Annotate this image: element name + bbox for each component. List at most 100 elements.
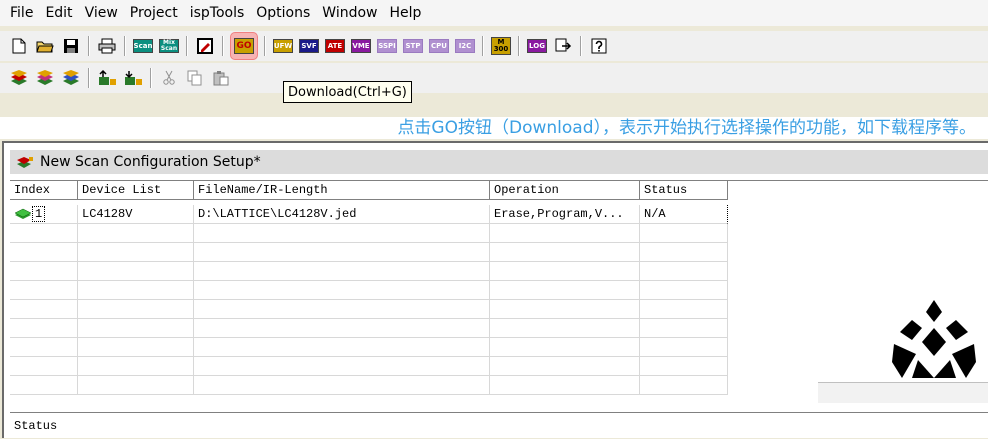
grid-scroll-area	[818, 382, 988, 403]
device-chip-icon	[14, 208, 32, 219]
model-300-label-bottom: 300	[493, 45, 509, 53]
log-icon: LOG	[527, 39, 547, 53]
ufw-button[interactable]: UFW	[272, 35, 294, 57]
sspi-icon: SSPI	[377, 39, 397, 53]
cpu-icon: CPU	[429, 39, 449, 53]
table-row[interactable]: 1 LC4128V D:\LATTICE\LC4128V.jed Erase,P…	[10, 205, 728, 224]
move-device-up-button[interactable]	[96, 67, 118, 89]
scan-config-window-icon	[17, 157, 33, 168]
toolbar-separator	[482, 36, 484, 56]
mix-scan-button[interactable]: Mix Scan	[158, 35, 180, 57]
download-tooltip: Download(Ctrl+G)	[283, 81, 412, 103]
help-question-icon	[591, 38, 607, 54]
column-header-status[interactable]: Status	[640, 181, 728, 200]
status-pane: Status	[10, 412, 988, 438]
move-up-icon	[99, 69, 116, 85]
menu-edit[interactable]: Edit	[39, 0, 78, 26]
copy-button[interactable]	[184, 67, 206, 89]
model-300-button[interactable]: M 300	[490, 35, 512, 57]
sspi-button[interactable]: SSPI	[376, 35, 398, 57]
menu-file[interactable]: File	[0, 0, 39, 26]
save-icon	[64, 39, 78, 53]
ate-button[interactable]: ATE	[324, 35, 346, 57]
menu-bar: File Edit View Project ispTools Options …	[0, 0, 988, 26]
device-grid: Index Device List FileName/IR-Length Ope…	[10, 180, 988, 403]
table-row-empty	[10, 262, 728, 281]
scan-icon: Scan	[133, 39, 153, 53]
copy-icon	[187, 70, 202, 86]
ate-icon: ATE	[325, 39, 345, 53]
column-header-index[interactable]: Index	[10, 181, 78, 200]
scan-button[interactable]: Scan	[132, 35, 154, 57]
menu-help[interactable]: Help	[384, 0, 428, 26]
go-icon: GO	[234, 38, 254, 54]
table-row-empty	[10, 376, 728, 395]
watermark-logo-icon	[892, 300, 976, 378]
toolbar-separator	[88, 68, 90, 88]
toolbar-separator	[580, 36, 582, 56]
export-icon	[555, 38, 572, 52]
vme-icon: VME	[351, 39, 371, 53]
log-button[interactable]: LOG	[526, 35, 548, 57]
device-stack-red-icon	[11, 70, 27, 85]
table-row-empty	[10, 281, 728, 300]
menu-isptools[interactable]: ispTools	[184, 0, 251, 26]
mix-scan-label-bottom: Scan	[160, 45, 178, 52]
open-file-button[interactable]	[34, 35, 56, 57]
child-window-titlebar[interactable]: New Scan Configuration Setup*	[10, 150, 988, 174]
insert-device-button[interactable]	[34, 67, 56, 89]
printer-icon	[98, 38, 116, 54]
add-device-button[interactable]	[8, 67, 30, 89]
table-row-empty	[10, 319, 728, 338]
menu-project[interactable]: Project	[124, 0, 184, 26]
cut-button[interactable]	[158, 67, 180, 89]
help-button[interactable]	[588, 35, 610, 57]
toolbar-separator	[150, 68, 152, 88]
new-file-button[interactable]	[8, 35, 30, 57]
open-folder-icon	[36, 41, 54, 53]
menu-window[interactable]: Window	[316, 0, 383, 26]
toolbar-separator	[222, 36, 224, 56]
column-header-filename[interactable]: FileName/IR-Length	[194, 181, 490, 200]
new-file-icon	[12, 38, 26, 54]
device-stack-pink-icon	[37, 70, 53, 85]
cell-filename: D:\LATTICE\LC4128V.jed	[194, 205, 490, 224]
table-row-empty	[10, 338, 728, 357]
cell-index: 1	[10, 205, 78, 224]
edit-device-icon	[197, 38, 213, 54]
print-button[interactable]	[96, 35, 118, 57]
cpu-button[interactable]: CPU	[428, 35, 450, 57]
column-header-device-list[interactable]: Device List	[78, 181, 194, 200]
i2c-icon: I2C	[455, 39, 475, 53]
main-toolbar: Scan Mix Scan GO UFW SVF ATE VME SSPI ST…	[0, 31, 988, 61]
table-row-empty	[10, 300, 728, 319]
caption-annotation: 点击GO按钮（Download），表示开始执行选择操作的功能，如下载程序等。	[0, 117, 988, 139]
menu-view[interactable]: View	[79, 0, 124, 26]
move-device-down-button[interactable]	[122, 67, 144, 89]
device-properties-button[interactable]	[60, 67, 82, 89]
menu-options[interactable]: Options	[250, 0, 316, 26]
model-300-icon: M 300	[491, 37, 511, 55]
paste-button[interactable]	[210, 67, 232, 89]
stp-icon: STP	[403, 39, 423, 53]
table-row-empty	[10, 224, 728, 243]
scissors-icon	[163, 70, 175, 85]
table-row-empty	[10, 357, 728, 376]
device-stack-blue-icon	[63, 70, 79, 85]
go-download-button[interactable]: GO	[230, 32, 258, 60]
i2c-button[interactable]: I2C	[454, 35, 476, 57]
secondary-toolbar	[0, 63, 988, 93]
svf-button[interactable]: SVF	[298, 35, 320, 57]
export-button[interactable]	[552, 35, 574, 57]
stp-button[interactable]: STP	[402, 35, 424, 57]
column-header-operation[interactable]: Operation	[490, 181, 640, 200]
vme-button[interactable]: VME	[350, 35, 372, 57]
cell-status: N/A	[640, 205, 728, 224]
save-button[interactable]	[60, 35, 82, 57]
ufw-icon: UFW	[273, 39, 293, 53]
mix-scan-icon: Mix Scan	[159, 39, 179, 53]
toolbar-separator	[186, 36, 188, 56]
svf-icon: SVF	[299, 39, 319, 53]
paste-icon	[213, 71, 229, 86]
edit-device-button[interactable]	[194, 35, 216, 57]
